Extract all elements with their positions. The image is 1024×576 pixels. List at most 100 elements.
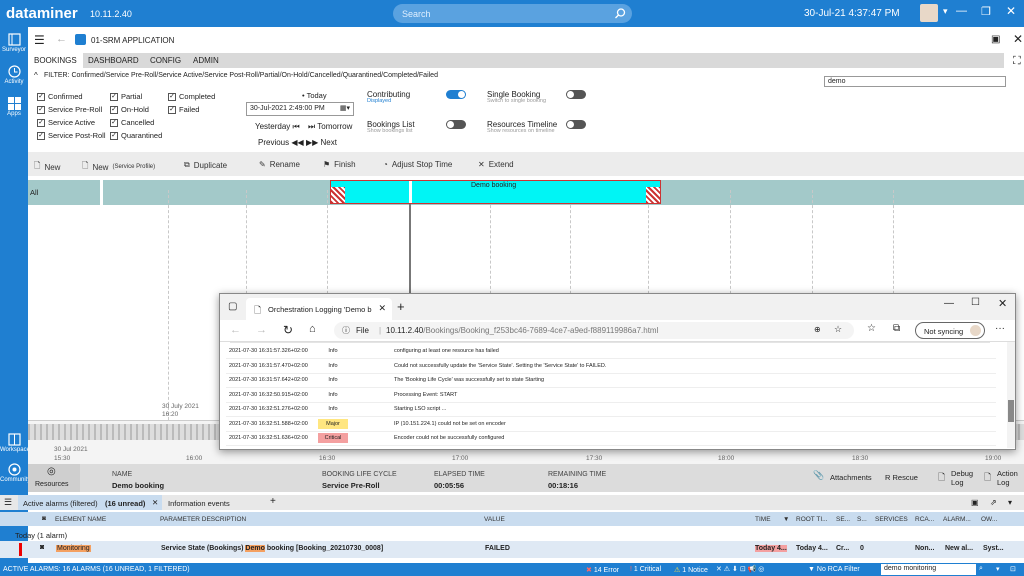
notice-count[interactable]: ⚠ 1 Notice <box>674 566 708 574</box>
col-header[interactable]: RCA... <box>915 516 934 523</box>
search-icon[interactable] <box>615 8 626 19</box>
add-tab-icon[interactable]: + <box>270 496 276 507</box>
tab-dashboard[interactable]: DASHBOARD <box>88 56 139 65</box>
back-icon[interactable]: ← <box>230 324 241 336</box>
bookings-list-toggle[interactable] <box>446 120 466 129</box>
col-header[interactable]: ELEMENT NAME <box>55 516 106 523</box>
status-icons[interactable]: ✕ ⚠ ⬇ ⊡ 📢 ◎ <box>716 565 764 573</box>
restore-icon[interactable]: ❐ <box>981 5 991 18</box>
checkbox-service-post-roll[interactable]: ✓Service Post-Roll <box>37 129 106 142</box>
single-booking-toggle[interactable] <box>566 90 586 99</box>
favorites-icon[interactable]: ☆ <box>867 323 876 334</box>
sidebar-item-community[interactable]: Community <box>0 463 28 483</box>
previous-button[interactable]: Previous ◀◀ <box>258 138 304 147</box>
forward-icon[interactable]: → <box>256 324 267 336</box>
close-icon[interactable]: ✕ <box>1006 4 1016 18</box>
not-syncing-button[interactable]: Not syncing <box>915 322 985 339</box>
checkbox-confirmed[interactable]: ✓Confirmed <box>37 90 106 103</box>
next-button[interactable]: ▶▶ Next <box>306 138 337 147</box>
filter-search-input[interactable]: demo <box>824 76 1006 87</box>
minimize-icon[interactable]: — <box>944 298 954 309</box>
error-count[interactable]: ✖ 14 Error <box>586 566 619 574</box>
home-icon[interactable]: ⌂ <box>309 323 316 335</box>
resources-timeline-toggle[interactable] <box>566 120 586 129</box>
rca-filter[interactable]: ▼ No RCA Filter <box>808 566 860 573</box>
search-icon[interactable]: ⌕ <box>979 565 983 573</box>
sidebar-item-apps[interactable]: Apps <box>0 97 28 117</box>
contributing-toggle[interactable] <box>446 90 466 99</box>
today-button[interactable]: • Today <box>302 91 327 100</box>
pin-icon[interactable]: ⊡ <box>1010 565 1016 573</box>
col-header[interactable]: S... <box>857 516 867 523</box>
tomorrow-button[interactable]: ⏭ Tomorrow <box>308 122 352 132</box>
col-header[interactable]: PARAMETER DESCRIPTION <box>160 516 246 523</box>
col-header[interactable]: TIME <box>755 516 771 523</box>
resources-button[interactable]: ◎ Resources <box>28 464 80 492</box>
rename-button[interactable]: ✎Rename <box>259 160 300 169</box>
booking-bar[interactable]: Demo booking <box>330 180 661 204</box>
favorite-icon[interactable]: ☆ <box>834 324 842 335</box>
checkbox-partial[interactable]: ✓Partial <box>110 90 162 103</box>
log-scrollbar[interactable] <box>1007 342 1015 448</box>
url-bar[interactable]: ⓘ File | 10.11.2.40/Bookings/Booking_f25… <box>334 322 854 339</box>
tab-information-events[interactable]: Information events <box>168 499 230 508</box>
back-arrow-icon[interactable]: ← <box>56 33 67 45</box>
col-header[interactable]: ROOT TI... <box>796 516 828 523</box>
avatar[interactable] <box>920 4 938 22</box>
chevron-down-icon[interactable]: ▾ <box>943 6 948 17</box>
maximize-icon[interactable]: ☐ <box>971 297 980 308</box>
new-service-profile-button[interactable]: 🗋New(Service Profile) <box>82 160 155 174</box>
checkbox-service-pre-roll[interactable]: ✓Service Pre-Roll <box>37 103 106 116</box>
checkbox-service-active[interactable]: ✓Service Active <box>37 116 106 129</box>
zoom-icon[interactable]: ⊕ <box>814 325 821 334</box>
new-button[interactable]: 🗋New <box>34 160 60 174</box>
chevron-up-icon[interactable]: ^ <box>34 71 38 80</box>
table-row[interactable]: ◙ Monitoring Service State (Bookings) De… <box>0 541 1024 558</box>
window-icon[interactable]: ▣ <box>971 498 979 507</box>
tab-admin[interactable]: ADMIN <box>193 56 219 65</box>
tab-config[interactable]: CONFIG <box>150 56 181 65</box>
fullscreen-icon[interactable]: ⛶ <box>1013 55 1021 68</box>
rescue-button[interactable]: R Rescue <box>885 473 918 482</box>
action-log-icon[interactable]: 🗋 <box>984 470 991 486</box>
sort-icon[interactable]: ▼ <box>783 516 789 523</box>
refresh-icon[interactable]: ↻ <box>283 323 293 337</box>
checkbox-completed[interactable]: ✓Completed <box>168 90 215 103</box>
dropdown-icon[interactable]: ▾ <box>996 565 1000 573</box>
hamburger-menu-icon[interactable]: ☰ <box>34 33 45 47</box>
minimize-icon[interactable]: — <box>956 5 967 17</box>
close-icon[interactable]: ✕ <box>998 297 1007 310</box>
debug-log-button[interactable]: DebugLog <box>951 469 973 487</box>
date-picker[interactable]: 30-Jul-2021 2:49:00 PM▦▾ <box>246 102 354 116</box>
debug-log-icon[interactable]: 🗋 <box>938 470 945 486</box>
finish-button[interactable]: ⚑Finish <box>323 160 356 169</box>
yesterday-button[interactable]: Yesterday ⏮ <box>255 122 300 132</box>
tab-close-icon[interactable]: ✕ <box>378 303 386 314</box>
sidebar-item-workspace[interactable]: Workspace <box>0 433 28 453</box>
new-tab-icon[interactable]: + <box>397 299 405 314</box>
col-header[interactable]: SE... <box>836 516 850 523</box>
tab-bookings[interactable]: BOOKINGS <box>28 53 83 68</box>
attachments-button[interactable]: Attachments <box>830 473 872 482</box>
checkbox-quarantined[interactable]: ✓Quarantined <box>110 129 162 142</box>
col-header[interactable]: ALARM... <box>943 516 971 523</box>
extend-button[interactable]: ✕Extend <box>478 160 514 169</box>
close-icon[interactable]: ✕ <box>1013 32 1023 46</box>
col-header[interactable]: SERVICES <box>875 516 908 523</box>
adjust-stop-time-button[interactable]: ◔Adjust Stop Time <box>383 160 452 169</box>
window-restore-icon[interactable]: ▣ <box>991 34 1000 45</box>
popout-icon[interactable]: ⇗ <box>990 498 997 507</box>
action-log-button[interactable]: ActionLog <box>997 469 1018 487</box>
search-box[interactable]: Search <box>393 4 632 23</box>
more-icon[interactable]: ··· <box>995 323 1005 334</box>
status-search-input[interactable]: demo monitoring <box>881 564 976 575</box>
tab-actions-icon[interactable]: ▢ <box>228 301 237 312</box>
duplicate-button[interactable]: ⧉Duplicate <box>184 160 227 170</box>
browser-tab[interactable]: 🗋 Orchestration Logging 'Demo bo ✕ <box>246 298 392 320</box>
hamburger-menu-icon[interactable]: ☰ <box>4 497 12 508</box>
chevron-down-icon[interactable]: ▾ <box>1008 498 1012 507</box>
checkbox-failed[interactable]: ✓Failed <box>168 103 215 116</box>
sidebar-item-surveyor[interactable]: Surveyor <box>0 33 28 53</box>
sidebar-item-activity[interactable]: Activity <box>0 65 28 85</box>
checkbox-cancelled[interactable]: ✓Cancelled <box>110 116 162 129</box>
